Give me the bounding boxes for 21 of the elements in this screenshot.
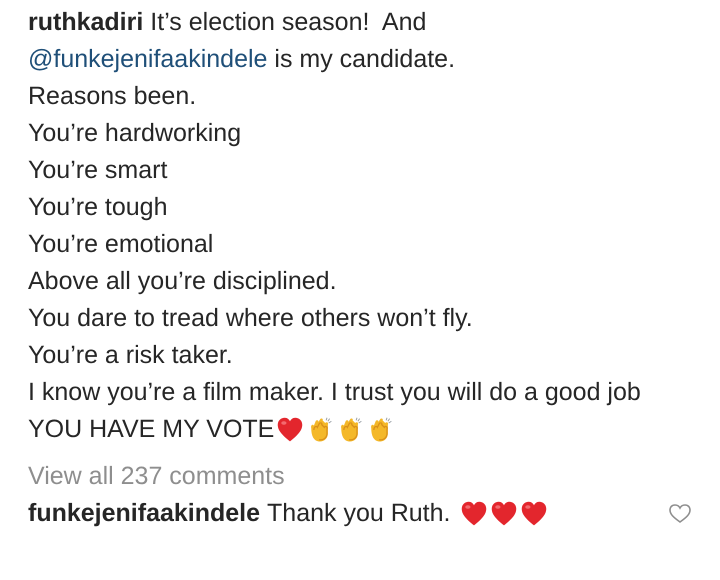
caption-text: You dare to tread where others won’t fly. — [28, 303, 474, 334]
mention-link[interactable]: @funkejenifaakindele — [28, 41, 268, 78]
username-link[interactable]: ruthkadiri — [28, 4, 144, 41]
username-link[interactable]: funkejenifaakindele — [28, 495, 260, 532]
caption-text: It’s election season! And — [150, 7, 426, 38]
like-heart-icon[interactable] — [668, 502, 692, 526]
caption-text: You’re a risk taker. — [28, 340, 234, 371]
heart-icon — [276, 416, 304, 444]
caption-text: Reasons been. — [28, 81, 198, 112]
caption-text: is my candidate. — [273, 44, 456, 75]
caption-text: Above all you’re disciplined. — [28, 266, 338, 297]
caption-text: You’re tough — [28, 192, 168, 223]
heart-icon — [460, 500, 488, 528]
caption-text: You’re emotional — [28, 229, 214, 260]
caption-text: You’re smart — [28, 155, 168, 186]
caption-text: I know you’re a film maker. I trust you will do a good job — [28, 377, 642, 408]
heart-icon — [520, 500, 548, 528]
comment-text: Thank you Ruth. — [267, 498, 450, 529]
caption-text: YOU HAVE MY VOTE — [28, 414, 274, 445]
caption-text: You’re hardworking — [28, 118, 242, 149]
heart-icon — [490, 500, 518, 528]
